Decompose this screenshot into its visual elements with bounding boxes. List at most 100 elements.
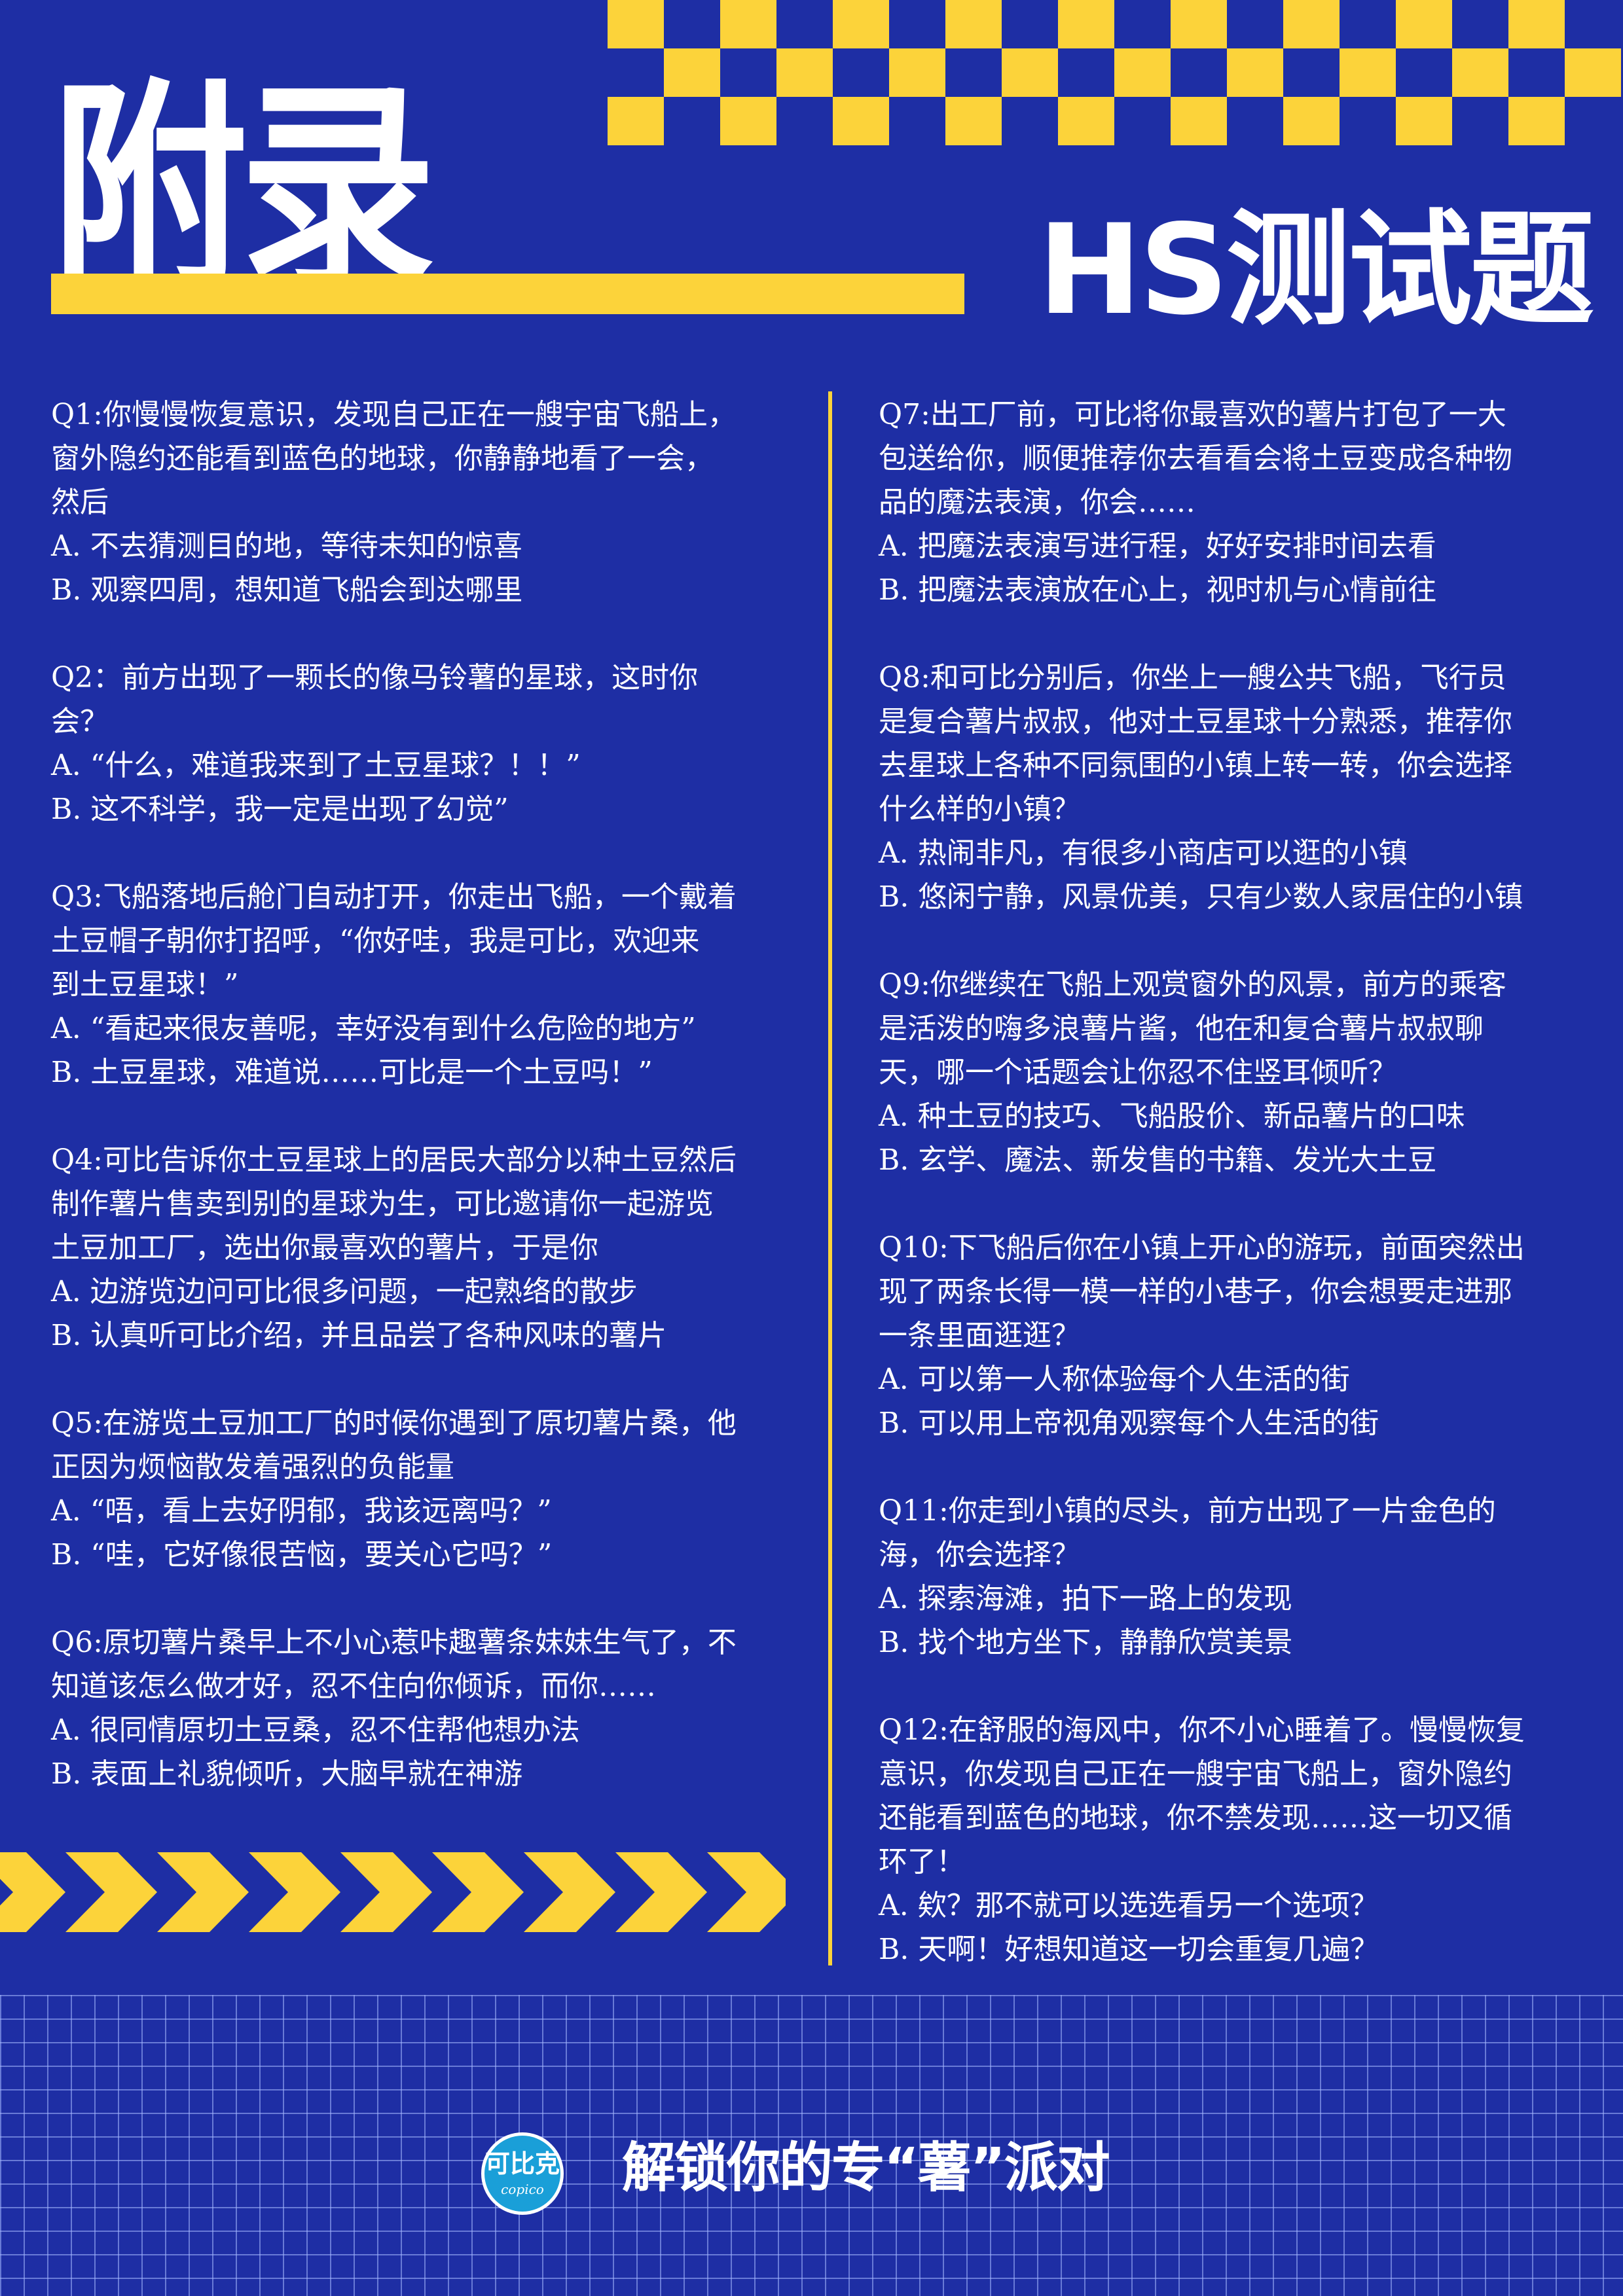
question-line: B. 土豆星球，难道说……可比是一个土豆吗！” (51, 1056, 653, 1089)
checker-square (720, 97, 776, 145)
chevron-arrow (432, 1852, 524, 1932)
question-line: 什么样的小镇？ (879, 793, 1080, 826)
checker-square (1002, 48, 1058, 97)
checker-square (1227, 48, 1283, 97)
chevron-arrow (65, 1852, 157, 1932)
question-block: Q3:飞船落地后舱门自动打开，你走出飞船，一个戴着 土豆帽子朝你打招呼，“你好哇，… (51, 875, 797, 1094)
poster-page: 附录 HS测试题 Q1:你慢慢恢复意识，发现自己正在一艘宇宙飞船上， 窗外隐约还能… (0, 0, 1623, 2296)
question-line: A. 探索海滩，拍下一路上的发现 (879, 1582, 1292, 1615)
question-block: Q1:你慢慢恢复意识，发现自己正在一艘宇宙飞船上， 窗外隐约还能看到蓝色的地球，你… (51, 393, 797, 612)
question-line: B. “哇，它好像很苦恼，要关心它吗？” (51, 1538, 553, 1571)
chevron-arrows-decoration (0, 1852, 786, 1932)
question-block: Q11:你走到小镇的尽头，前方出现了一片金色的 海，你会选择？ A. 探索海滩，拍下… (879, 1489, 1586, 1664)
question-line: A. 很同情原切土豆桑，忍不住帮他想办法 (51, 1713, 580, 1747)
question-block: Q12:在舒服的海风中，你不小心睡着了。慢慢恢复 意识，你发现自己正在一艘宇宙飞船… (879, 1708, 1586, 1971)
checker-square (1396, 97, 1452, 145)
checker-square (1283, 97, 1340, 145)
question-block: Q7:出工厂前，可比将你最喜欢的薯片打包了一大 包送给你，顺便推荐你去看看会将土豆… (879, 393, 1586, 612)
question-text: Q4:可比告诉你土豆星球上的居民大部分以种土豆然后 (51, 1143, 737, 1177)
question-text: Q10:下飞船后你在小镇上开心的游玩，前面突然出 (879, 1231, 1525, 1265)
question-line: B. 把魔法表演放在心上，视时机与心情前往 (879, 573, 1437, 607)
question-line: A. 边游览边问可比很多问题，一起熟络的散步 (51, 1275, 638, 1308)
checker-square (1058, 0, 1114, 48)
question-line: B. 认真听可比介绍，并且品尝了各种风味的薯片 (51, 1319, 667, 1352)
question-line: B. 找个地方坐下，静静欣赏美景 (879, 1626, 1293, 1659)
question-block: Q4:可比告诉你土豆星球上的居民大部分以种土豆然后 制作薯片售卖到别的星球为生，可… (51, 1138, 797, 1357)
question-line: 到土豆星球！” (51, 968, 239, 1001)
question-line: A. “什么，难道我来到了土豆星球？！！” (51, 749, 581, 782)
question-block: Q10:下飞船后你在小镇上开心的游玩，前面突然出 现了两条长得一模一样的小巷子，你… (879, 1226, 1586, 1445)
chevron-arrow (524, 1852, 615, 1932)
checker-square (889, 48, 945, 97)
question-block: Q8:和可比分别后，你坐上一艘公共飞船，飞行员 是复合薯片叔叔，他对土豆星球十分熟… (879, 656, 1586, 919)
chevron-arrow (0, 1852, 65, 1932)
question-text: Q6:原切薯片桑早上不小心惹咔趣薯条妹妹生气了，不 (51, 1626, 737, 1659)
question-block: Q9:你继续在飞船上观赏窗外的风景，前方的乘客 是活泼的嗨多浪薯片酱，他在和复合薯… (879, 963, 1586, 1182)
checker-square (1396, 0, 1452, 48)
right-question-column: Q7:出工厂前，可比将你最喜欢的薯片打包了一大 包送给你，顺便推荐你去看看会将土豆… (879, 393, 1586, 2015)
checker-square (833, 97, 889, 145)
question-line: B. 可以用上帝视角观察每个人生活的街 (879, 1407, 1379, 1440)
question-line: B. 天啊！好想知道这一切会重复几遍？ (879, 1933, 1379, 1966)
question-line: 知道该怎么做才好，忍不住向你倾诉，而你…… (51, 1670, 656, 1703)
question-line: 然后 (51, 486, 109, 519)
question-text: Q2：前方出现了一颗长的像马铃薯的星球，这时你 (51, 661, 699, 694)
question-line: A. 欸？那不就可以选选看另一个选项？ (879, 1889, 1379, 1922)
question-text: Q8:和可比分别后，你坐上一艘公共飞船，飞行员 (879, 661, 1506, 694)
question-line: 土豆帽子朝你打招呼，“你好哇，我是可比，欢迎来 (51, 924, 700, 958)
chevron-arrow (340, 1852, 432, 1932)
question-line: 一条里面逛逛？ (879, 1319, 1080, 1352)
left-question-column: Q1:你慢慢恢复意识，发现自己正在一艘宇宙飞船上， 窗外隐约还能看到蓝色的地球，你… (51, 393, 797, 1840)
question-line: 包送给你，顺便推荐你去看看会将土豆变成各种物 (879, 442, 1512, 475)
question-line: 窗外隐约还能看到蓝色的地球，你静静地看了一会， (51, 442, 714, 475)
question-line: B. 玄学、魔法、新发售的书籍、发光大土豆 (879, 1143, 1437, 1177)
question-block: Q6:原切薯片桑早上不小心惹咔趣薯条妹妹生气了，不 知道该怎么做才好，忍不住向你倾… (51, 1621, 797, 1796)
copico-logo-icon: 可比克 copico (481, 2132, 564, 2215)
question-text: Q7:出工厂前，可比将你最喜欢的薯片打包了一大 (879, 398, 1506, 431)
footer-slogan: 解锁你的专“薯”派对 (622, 2137, 1110, 2199)
question-line: 制作薯片售卖到别的星球为生，可比邀请你一起游览 (51, 1187, 714, 1221)
question-text: Q9:你继续在飞船上观赏窗外的风景，前方的乘客 (879, 968, 1506, 1001)
checker-square (833, 0, 889, 48)
question-line: 品的魔法表演，你会…… (879, 486, 1195, 519)
question-line: B. 这不科学，我一定是出现了幻觉” (51, 793, 509, 826)
question-line: 海，你会选择？ (879, 1538, 1080, 1571)
logo-english-text: copico (501, 2181, 544, 2197)
question-line: 意识，你发现自己正在一艘宇宙飞船上，窗外隐约 (879, 1757, 1512, 1791)
question-line: A. 热闹非凡，有很多小商店可以逛的小镇 (879, 836, 1408, 870)
page-title: 附录 (51, 60, 436, 323)
checker-square (664, 48, 720, 97)
question-line: A. 不去猜测目的地，等待未知的惊喜 (51, 529, 522, 563)
question-line: 土豆加工厂，选出你最喜欢的薯片，于是你 (51, 1231, 598, 1265)
question-line: 天，哪一个话题会让你忍不住竖耳倾听？ (879, 1056, 1397, 1089)
checker-square (1283, 0, 1340, 48)
chevron-arrow (157, 1852, 249, 1932)
question-line: 正因为烦恼散发着强烈的负能量 (51, 1450, 454, 1484)
question-line: B. 观察四周，想知道飞船会到达哪里 (51, 573, 523, 607)
question-text: Q12:在舒服的海风中，你不小心睡着了。慢慢恢复 (879, 1713, 1525, 1747)
question-block: Q2：前方出现了一颗长的像马铃薯的星球，这时你 会？ A. “什么，难道我来到了土豆… (51, 656, 797, 831)
checker-square (1171, 97, 1227, 145)
question-line: A. 种土豆的技巧、飞船股价、新品薯片的口味 (879, 1100, 1465, 1133)
checker-square (1565, 48, 1621, 97)
checker-square (608, 97, 664, 145)
question-line: 去星球上各种不同氛围的小镇上转一转，你会选择 (879, 749, 1512, 782)
question-text: Q3:飞船落地后舱门自动打开，你走出飞船，一个戴着 (51, 880, 737, 914)
page-subtitle: HS测试题 (1038, 198, 1594, 342)
checker-square (720, 0, 776, 48)
question-line: A. 把魔法表演写进行程，好好安排时间去看 (879, 529, 1436, 563)
question-line: 环了！ (879, 1845, 965, 1878)
checker-square (1058, 97, 1114, 145)
logo-chinese-text: 可比克 (484, 2149, 560, 2178)
question-line: B. 表面上礼貌倾听，大脑早就在神游 (51, 1757, 523, 1791)
question-text: Q11:你走到小镇的尽头，前方出现了一片金色的 (879, 1494, 1496, 1528)
question-line: B. 悠闲宁静，风景优美，只有少数人家居住的小镇 (879, 880, 1523, 914)
checker-square (1452, 48, 1508, 97)
title-underline-bar (51, 274, 964, 314)
question-line: 还能看到蓝色的地球，你不禁发现……这一切又循 (879, 1801, 1512, 1835)
chevron-arrow (615, 1852, 707, 1932)
checker-square (945, 0, 1002, 48)
question-text: Q5:在游览土豆加工厂的时候你遇到了原切薯片桑，他 (51, 1407, 737, 1440)
checker-square (1508, 0, 1565, 48)
checkerboard-decoration (608, 0, 1623, 145)
